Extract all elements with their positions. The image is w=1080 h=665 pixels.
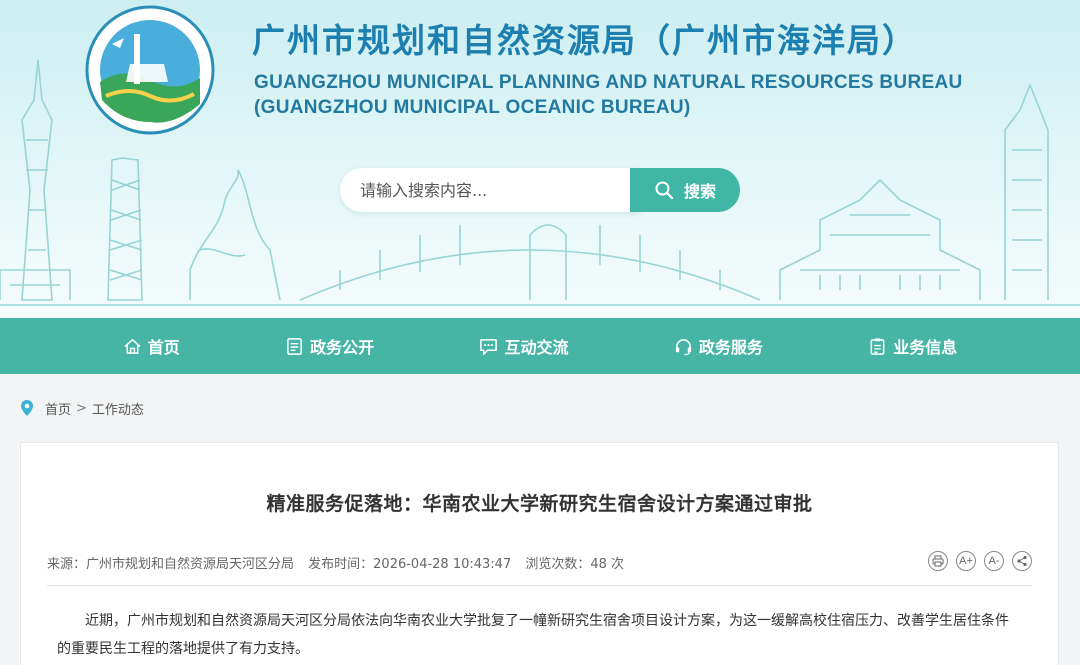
site-title-chinese: 广州市规划和自然资源局（广州市海洋局） [252,21,917,60]
font-smaller-button[interactable]: A- [984,551,1004,571]
nav-item-label: 政务服务 [698,338,763,357]
article-meta: 来源：广州市规划和自然资源局天河区分局 发布时间：2026-04-28 10:4… [47,553,634,572]
search-button[interactable]: 搜索 [630,168,740,212]
breadcrumb-home-link[interactable]: 首页 [45,399,71,418]
search-bar: 搜索 [340,168,740,212]
chat-icon [480,338,498,355]
nav-item-label: 政务公开 [310,338,375,357]
article-source: 来源：广州市规划和自然资源局天河区分局 [47,557,295,572]
share-icon [1017,555,1027,567]
search-icon [655,181,674,200]
clipboard-icon [870,337,885,355]
share-button[interactable] [1012,551,1032,571]
breadcrumb-current-link[interactable]: 工作动态 [92,399,144,418]
meta-divider [47,585,1032,586]
search-input[interactable] [340,168,640,212]
print-button[interactable] [928,551,948,571]
headset-icon [675,338,691,355]
site-title-english: GUANGZHOU MUNICIPAL PLANNING AND NATURAL… [254,70,963,120]
article-tools: A+ A- [928,551,1032,571]
location-pin-icon [21,400,33,416]
bureau-logo [85,5,215,135]
nav-item-services[interactable]: 政务服务 [674,334,763,358]
search-button-label: 搜索 [683,182,716,201]
breadcrumb-separator: > [76,400,87,416]
article-title: 精准服务促落地：华南农业大学新研究生宿舍设计方案通过审批 [266,493,813,515]
print-icon [932,555,944,567]
home-icon [124,338,141,354]
article-view-count: 浏览次数：48 次 [525,557,625,572]
breadcrumb: 首页 > 工作动态 [20,397,144,419]
nav-item-business-info[interactable]: 业务信息 [868,334,957,358]
header-banner: 广州市规划和自然资源局（广州市海洋局） GUANGZHOU MUNICIPAL … [0,0,1080,318]
document-icon [287,337,302,355]
article-card: 精准服务促落地：华南农业大学新研究生宿舍设计方案通过审批 来源：广州市规划和自然… [20,442,1059,665]
nav-item-home[interactable]: 首页 [123,334,180,358]
site-title-english-line2: (GUANGZHOU MUNICIPAL OCEANIC BUREAU) [254,97,691,118]
font-larger-button[interactable]: A+ [956,551,976,571]
nav-item-interaction[interactable]: 互动交流 [479,334,568,358]
nav-item-label: 首页 [147,338,180,357]
site-title-english-line1: GUANGZHOU MUNICIPAL PLANNING AND NATURAL… [254,72,963,93]
main-nav: 首页 政务公开 互动交流 政务服务 业务信息 [0,318,1080,374]
nav-item-label: 互动交流 [504,338,569,357]
nav-item-government-affairs[interactable]: 政务公开 [285,334,374,358]
article-body-paragraph: 近期，广州市规划和自然资源局天河区分局依法向华南农业大学批复了一幢新研究生宿舍项… [57,613,1009,657]
nav-item-label: 业务信息 [893,338,958,357]
article-publish-time: 发布时间：2026-04-28 10:43:47 [308,557,512,572]
